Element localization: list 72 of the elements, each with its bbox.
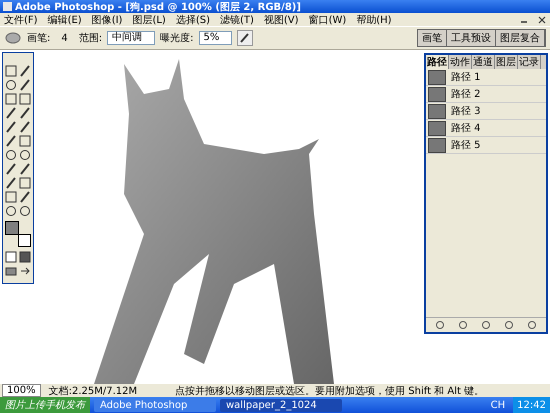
tool-icon[interactable] bbox=[19, 205, 31, 217]
close-icon[interactable] bbox=[538, 16, 546, 24]
tool-icon[interactable] bbox=[19, 191, 31, 203]
tool-icon[interactable] bbox=[19, 177, 31, 189]
panel-action-icon[interactable] bbox=[458, 320, 468, 330]
tool-icon[interactable] bbox=[19, 65, 31, 77]
menu-item[interactable]: 图层(L) bbox=[132, 12, 166, 26]
tool-icon[interactable] bbox=[5, 65, 17, 77]
tool-icon[interactable] bbox=[5, 107, 17, 119]
menu-item[interactable]: 滤镜(T) bbox=[220, 12, 254, 26]
tool-icon[interactable] bbox=[19, 135, 31, 147]
tool-icon[interactable] bbox=[5, 149, 17, 161]
menu-item[interactable]: 窗口(W) bbox=[308, 12, 346, 26]
tool-icon[interactable] bbox=[5, 191, 17, 203]
tool-icon[interactable] bbox=[19, 107, 31, 119]
tool-icon[interactable] bbox=[19, 121, 31, 133]
taskbar-button[interactable]: wallpaper_2_1024 bbox=[220, 398, 342, 412]
tool-icon[interactable] bbox=[5, 93, 17, 105]
menu-item[interactable]: 帮助(H) bbox=[356, 12, 392, 26]
path-row[interactable]: 路径 4 bbox=[426, 120, 546, 137]
panel-tab[interactable]: 动作 bbox=[449, 55, 472, 69]
foreground-color-swatch[interactable] bbox=[5, 221, 19, 235]
tool-icon[interactable] bbox=[5, 121, 17, 133]
start-button[interactable]: 图片上传手机发布 bbox=[0, 397, 90, 413]
tool-icon[interactable] bbox=[5, 205, 17, 217]
tool-icon[interactable] bbox=[19, 93, 31, 105]
panel-action-icon[interactable] bbox=[527, 320, 538, 330]
panel-action-icon[interactable] bbox=[434, 320, 445, 330]
panel-tab[interactable]: 记录 bbox=[518, 55, 541, 69]
tool-icon[interactable] bbox=[5, 163, 17, 175]
tool-icon[interactable] bbox=[5, 79, 17, 91]
panel-tab[interactable]: 路径 bbox=[426, 55, 449, 69]
path-row[interactable]: 路径 5 bbox=[426, 137, 546, 154]
app-icon bbox=[3, 2, 12, 11]
tool-icon[interactable] bbox=[19, 79, 31, 91]
path-row[interactable]: 路径 2 bbox=[426, 86, 546, 103]
path-row[interactable]: 路径 3 bbox=[426, 103, 546, 120]
language-indicator[interactable]: CH bbox=[486, 400, 510, 410]
mask-mode-icon[interactable] bbox=[5, 251, 17, 263]
exposure-label: 曝光度: bbox=[160, 32, 194, 45]
tool-icon[interactable] bbox=[5, 177, 17, 189]
zoom-field[interactable]: 100% bbox=[2, 384, 41, 397]
panel-action-icon[interactable] bbox=[480, 320, 491, 330]
tool-icon[interactable] bbox=[19, 163, 31, 175]
menu-item[interactable]: 视图(V) bbox=[264, 12, 299, 26]
brush-label: 画笔: bbox=[27, 32, 50, 45]
menu-item[interactable]: 编辑(E) bbox=[48, 12, 82, 26]
status-hint: 点按并拖移以移动图层或选区。要用附加选项，使用 Shift 和 Alt 键。 bbox=[175, 384, 484, 398]
brush-size-picker[interactable]: 4 bbox=[55, 32, 74, 44]
palette-well-tab[interactable]: 图层复合 bbox=[496, 30, 545, 46]
panel-tab[interactable]: 图层 bbox=[495, 55, 518, 69]
menu-item[interactable]: 文件(F) bbox=[4, 12, 38, 26]
panel-tab[interactable]: 通道 bbox=[472, 55, 495, 69]
window-title: Adobe Photoshop - [狗.psd @ 100% (图层 2, RGB/8)] bbox=[15, 0, 301, 14]
menu-item[interactable]: 图像(I) bbox=[92, 12, 122, 26]
panel-action-icon[interactable] bbox=[504, 320, 514, 330]
path-row[interactable]: 路径 1 bbox=[426, 69, 546, 86]
clock: 12:42 bbox=[513, 397, 550, 413]
document-size: 文档:2.25M/7.12M bbox=[48, 384, 138, 398]
tool-icon[interactable] bbox=[5, 135, 17, 147]
palette-well-tab[interactable]: 画笔 bbox=[418, 30, 447, 46]
sponge-icon[interactable] bbox=[4, 31, 22, 45]
screen-mode-icon[interactable] bbox=[5, 265, 17, 277]
background-color-swatch[interactable] bbox=[18, 234, 31, 247]
tool-icon[interactable] bbox=[19, 149, 31, 161]
quick-mask-icon[interactable] bbox=[19, 251, 31, 263]
menu-item[interactable]: 选择(S) bbox=[176, 12, 210, 26]
palette-well-tab[interactable]: 工具预设 bbox=[447, 30, 496, 46]
exposure-field[interactable]: 5% bbox=[198, 31, 232, 45]
taskbar-button[interactable]: Adobe Photoshop bbox=[94, 398, 216, 412]
range-label: 范围: bbox=[78, 32, 102, 45]
range-dropdown[interactable]: 中间调 bbox=[107, 31, 156, 45]
